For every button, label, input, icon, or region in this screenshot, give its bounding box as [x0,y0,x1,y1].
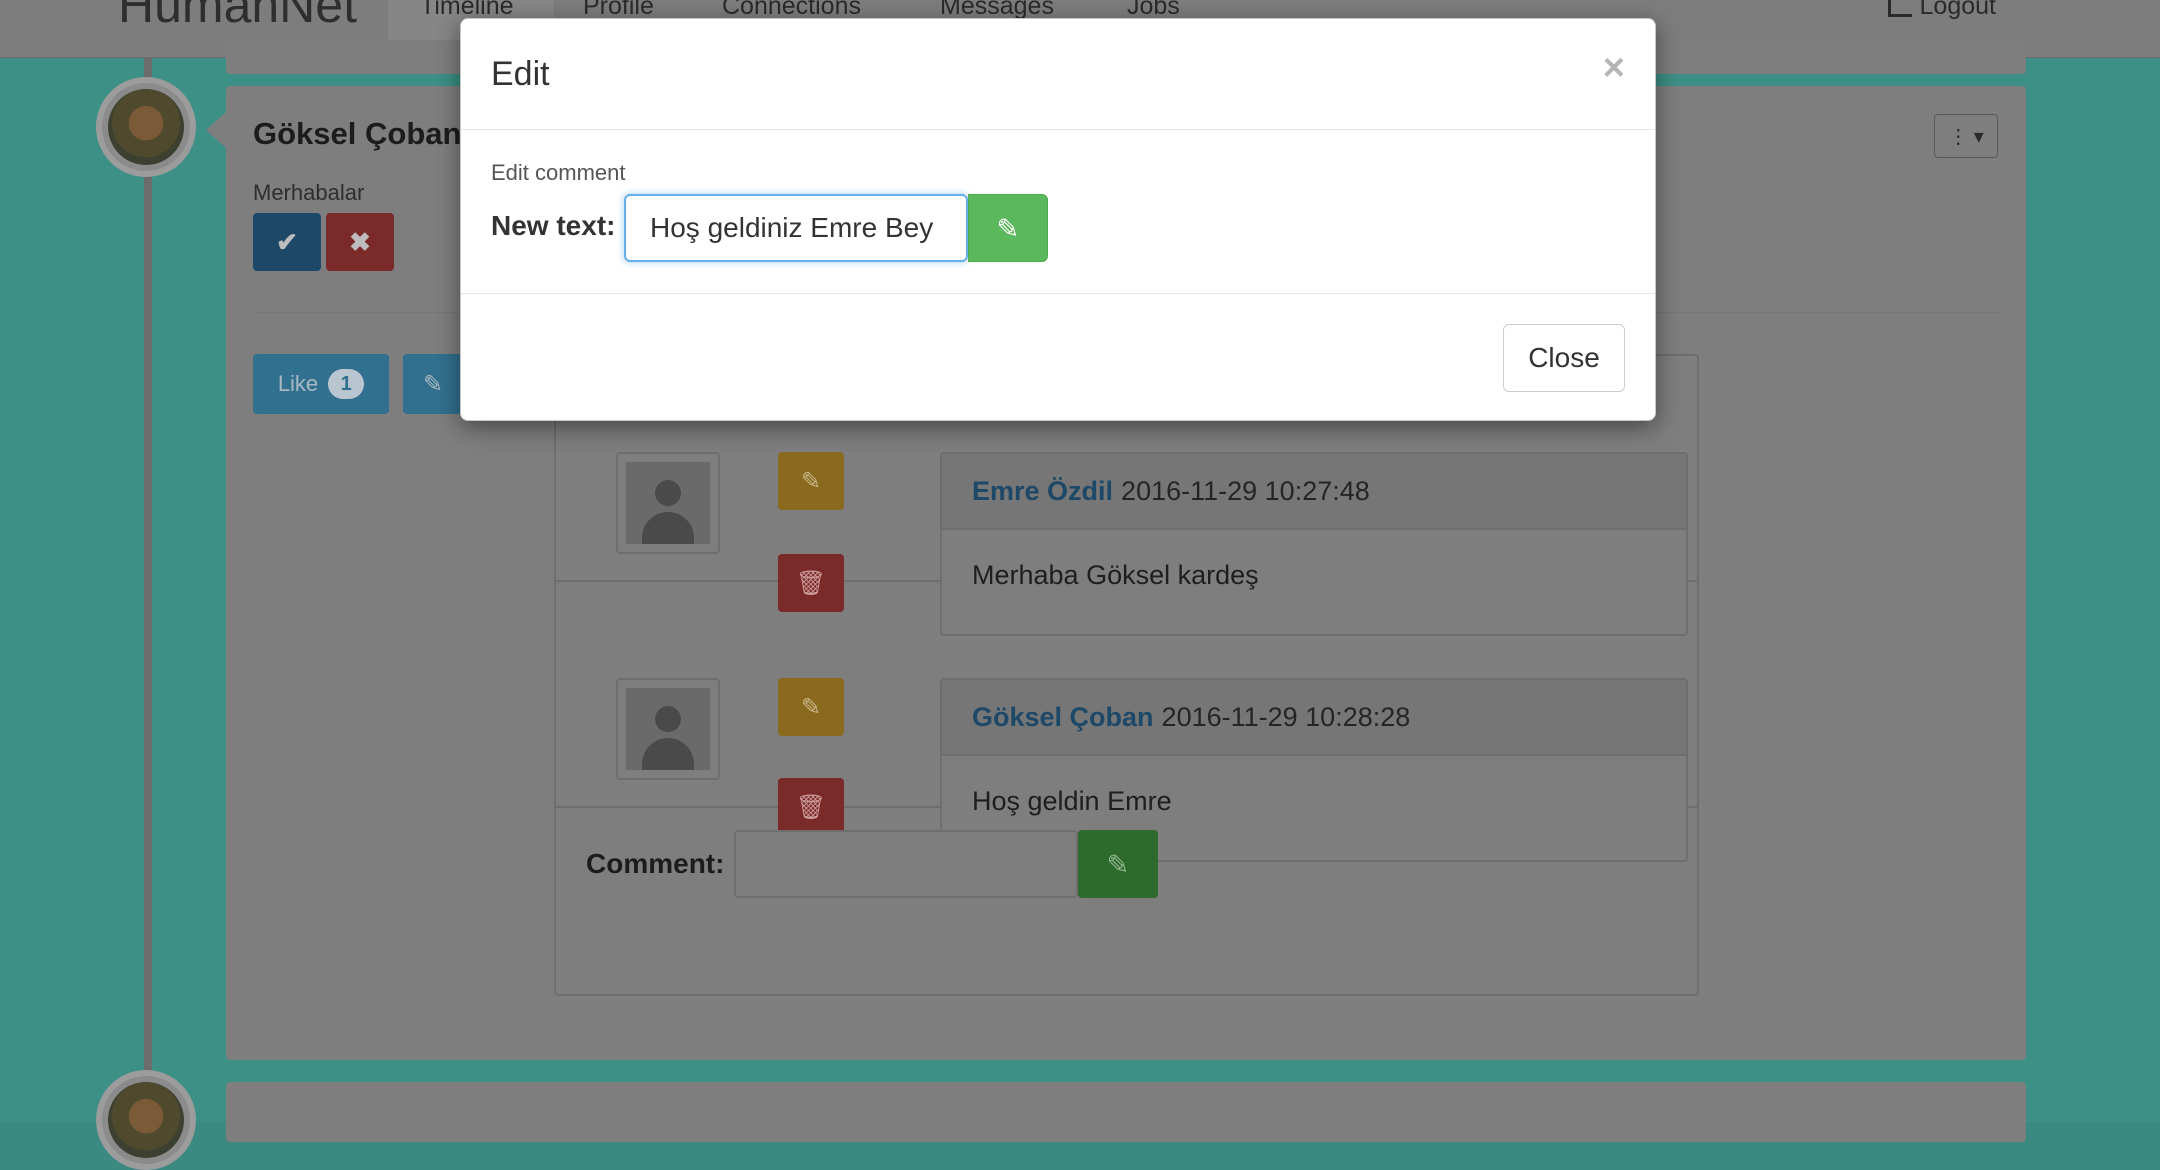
like-count-badge: 1 [328,369,365,399]
new-comment-form: Comment: ✏ [556,808,1697,992]
next-post-avatar[interactable] [96,1070,196,1170]
like-label: Like [277,371,319,396]
edit-comment-button[interactable]: ✎ [778,678,844,736]
save-edit-button[interactable]: ✏ [968,194,1048,262]
comment-input[interactable] [734,830,1078,898]
logout-link[interactable]: Logout [1887,0,1996,21]
user-silhouette-icon [655,480,681,506]
modal-title: Edit [491,55,550,93]
edit-post-button[interactable]: ✎ [403,354,463,414]
edit-icon: ✎ [800,467,822,495]
modal-footer: Close [461,294,1655,422]
modal-subtitle: Edit comment [491,160,626,185]
ellipsis-vertical-icon: ⋮ ▾ [1948,125,1984,148]
logout-icon [1887,0,1912,18]
comment-author[interactable]: Göksel Çoban [972,702,1154,733]
user-silhouette-icon [655,706,681,732]
close-icon: ✖ [349,226,371,257]
post-options-dropdown[interactable]: ⋮ ▾ [1934,114,1998,158]
avatar-image [108,89,184,165]
edit-modal: Edit × Edit comment New text: ✏ Close [460,18,1656,421]
pencil-icon: ✏ [988,208,1028,248]
comment-avatar [616,452,720,554]
comment-header: Göksel Çoban 2016-11-29 10:28:28 [942,680,1686,756]
logout-label: Logout [1919,0,1996,20]
comment-author[interactable]: Emre Özdil [972,476,1113,507]
modal-header: Edit × [461,19,1655,130]
avatar-image [108,1082,184,1158]
edit-comment-button[interactable]: ✎ [778,452,844,510]
next-post-card [226,1082,2026,1142]
post-author-name[interactable]: Göksel Çoban [253,116,461,152]
timeline-line [144,57,152,1122]
modal-body: Edit comment New text: ✏ [461,130,1655,294]
edit-icon: ✎ [800,693,822,721]
edit-icon: ✎ [422,370,444,398]
check-icon: ✔ [276,226,298,257]
like-button[interactable]: Like 1 [253,354,389,414]
card-pointer [206,112,226,148]
post-author-avatar[interactable] [96,77,196,177]
comment-date: 2016-11-29 10:28:28 [1161,701,1411,732]
reject-button[interactable]: ✖ [326,213,394,271]
comments-panel: ✎ 🗑 Emre Özdil 2016-11-29 10:27:48 Merha… [554,354,1699,996]
comment-date: 2016-11-29 10:27:48 [1121,475,1370,506]
comment-avatar [616,678,720,780]
pencil-icon: ✏ [1098,844,1138,884]
comment-header: Emre Özdil 2016-11-29 10:27:48 [942,454,1686,530]
comment-label: Comment: [586,848,725,879]
close-button[interactable]: Close [1503,324,1625,392]
brand-logo[interactable]: HumanNet [118,0,357,34]
submit-comment-button[interactable]: ✏ [1078,830,1158,898]
accept-button[interactable]: ✔ [253,213,321,271]
modal-close-icon[interactable]: × [1603,49,1625,87]
post-text: Merhabalar [253,180,365,205]
new-text-input[interactable] [624,194,968,262]
new-text-label: New text: [491,210,616,241]
